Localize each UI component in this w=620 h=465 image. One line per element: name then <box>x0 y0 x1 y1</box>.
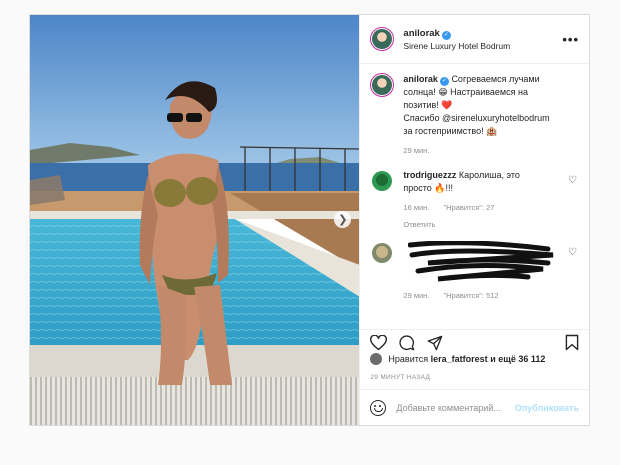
share-icon[interactable] <box>427 335 443 351</box>
comment-item: trodriguezzz Каролиша, это просто 🔥!!! 1… <box>370 169 579 214</box>
liker-avatar[interactable] <box>370 353 383 365</box>
comment-text: Каролиша, это <box>458 170 520 180</box>
redaction-scribble <box>408 241 554 282</box>
caption-text-5: за гостеприимство! 🏨 <box>403 126 498 136</box>
caption-text-1: Согреваемся лучами <box>451 74 540 84</box>
comment-input[interactable]: Добавьте комментарий... <box>396 403 514 413</box>
caption-avatar[interactable] <box>370 73 395 97</box>
comment-icon[interactable] <box>399 334 415 351</box>
post-timestamp[interactable]: 29 МИНУТ НАЗАД <box>370 374 430 381</box>
like-icon[interactable] <box>370 334 388 351</box>
liker-username[interactable]: lera_fatforest <box>431 354 488 364</box>
photo-image <box>30 15 360 425</box>
more-options-icon[interactable]: ••• <box>562 32 579 47</box>
post-card: ❯ anilorak ✓ Sirene Luxury Hotel Bodrum •… <box>29 14 590 426</box>
post-photo[interactable]: ❯ <box>30 15 360 425</box>
caption-text-3: позитив! ❤️ <box>403 100 453 110</box>
caption-text-4: Спасибо @sireneluxuryhotelbodrum <box>403 113 550 123</box>
comment-avatar[interactable] <box>370 169 394 193</box>
comment-text-2: просто 🔥!!! <box>403 183 454 193</box>
save-icon[interactable] <box>565 334 579 351</box>
like-comment-icon[interactable]: ♡ <box>568 247 577 258</box>
post-sidebar: anilorak ✓ Sirene Luxury Hotel Bodrum •••… <box>359 15 589 425</box>
author-username[interactable]: anilorak <box>403 28 439 39</box>
verified-icon: ✓ <box>439 77 449 86</box>
action-bar <box>360 329 589 355</box>
reply-button[interactable]: Ответить <box>403 220 579 229</box>
like-comment-icon[interactable]: ♡ <box>568 175 577 186</box>
comment-likes[interactable]: "Нравится": 512 <box>444 291 499 300</box>
comment-likes[interactable]: "Нравится": 27 <box>444 203 495 212</box>
caption-username[interactable]: anilorak <box>403 74 438 84</box>
post-header: anilorak ✓ Sirene Luxury Hotel Bodrum ••• <box>360 15 589 64</box>
comment-item: 29 мин. "Нравится": 512 ♡ <box>370 241 579 301</box>
caption: anilorak ✓ Согреваемся лучами солнца! 😁 Н… <box>370 73 579 157</box>
likes-prefix: Нравится <box>388 354 429 364</box>
author-avatar[interactable] <box>370 27 395 51</box>
comment-avatar[interactable] <box>370 241 394 265</box>
comment-time: 16 мин. <box>403 203 430 212</box>
verified-icon: ✓ <box>441 31 451 40</box>
caption-text-2: солнца! 😁 Настраиваемся на <box>403 87 528 97</box>
comment-username[interactable]: trodriguezzz <box>403 170 456 180</box>
post-location[interactable]: Sirene Luxury Hotel Bodrum <box>403 40 562 53</box>
comment-time: 29 мин. <box>403 291 430 300</box>
likes-summary: Нравится lera_fatforest и ещё 36 112 <box>370 353 545 365</box>
emoji-icon[interactable] <box>370 399 387 416</box>
likes-count[interactable]: и ещё 36 112 <box>490 354 545 364</box>
add-comment-bar: Добавьте комментарий... Опубликовать <box>360 389 589 425</box>
comments-list: anilorak ✓ Согреваемся лучами солнца! 😁 Н… <box>370 73 579 328</box>
caption-time: 29 мин. <box>403 146 430 155</box>
publish-button[interactable]: Опубликовать <box>515 403 579 413</box>
